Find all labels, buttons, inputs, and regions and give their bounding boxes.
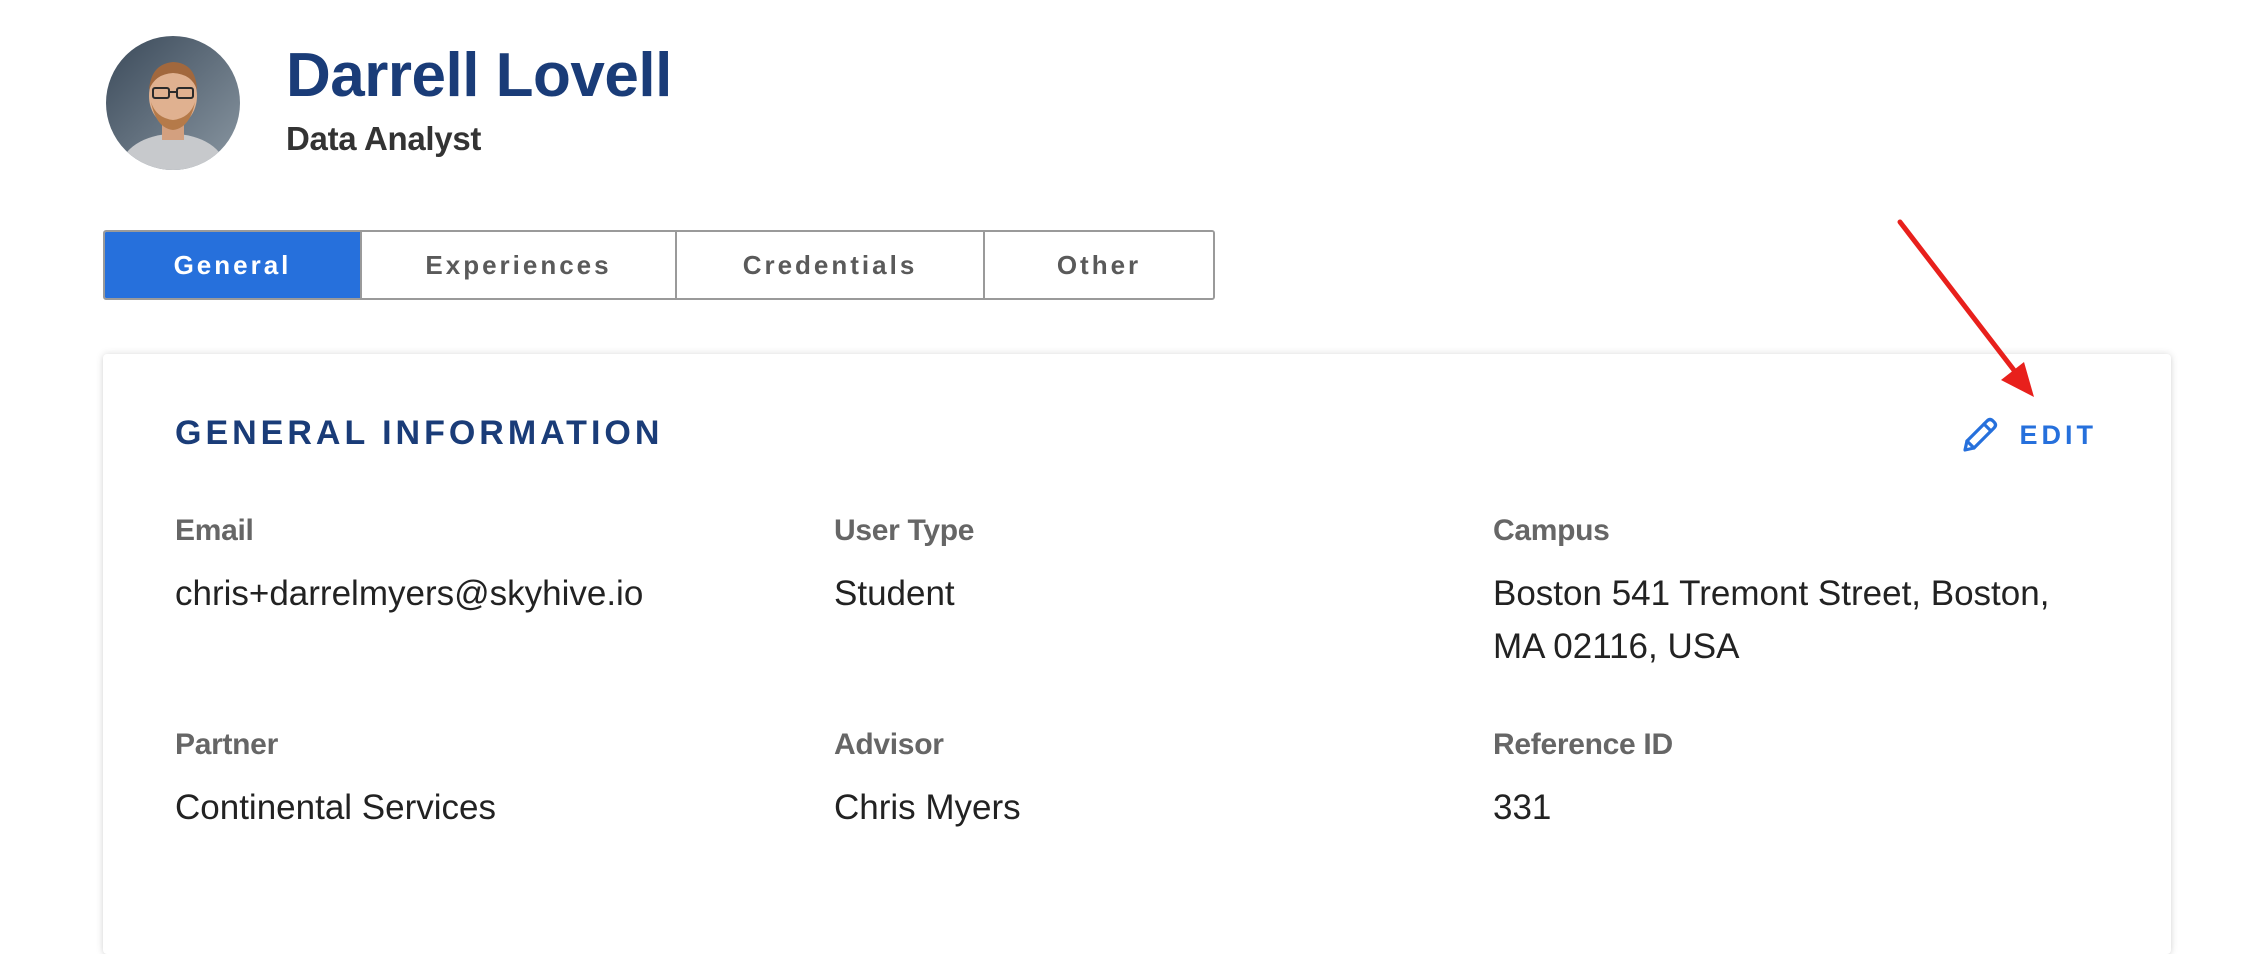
campus-field: Campus Boston 541 Tremont Street, Boston… xyxy=(1493,514,2093,673)
edit-label: EDIT xyxy=(2019,419,2097,450)
general-information-card: GENERAL INFORMATION EDIT Email chris+dar… xyxy=(103,354,2171,954)
user-type-label: User Type xyxy=(834,514,975,547)
tab-experiences[interactable]: Experiences xyxy=(362,232,677,298)
email-field: Email chris+darrelmyers@skyhive.io xyxy=(175,514,775,620)
partner-field: Partner Continental Services xyxy=(175,728,775,834)
tab-credentials[interactable]: Credentials xyxy=(677,232,985,298)
reference-id-value: 331 xyxy=(1493,788,1552,827)
user-type-field: User Type Student xyxy=(834,514,1434,620)
tab-general[interactable]: General xyxy=(105,232,362,298)
advisor-value: Chris Myers xyxy=(834,788,1021,827)
profile-tabs: General Experiences Credentials Other xyxy=(103,230,1215,300)
advisor-label: Advisor xyxy=(834,728,944,761)
campus-label: Campus xyxy=(1493,514,1610,547)
tab-other[interactable]: Other xyxy=(985,232,1213,298)
user-type-value: Student xyxy=(834,574,955,613)
profile-name: Darrell Lovell xyxy=(286,40,672,110)
name-block: Darrell Lovell Data Analyst xyxy=(286,40,672,158)
reference-id-field: Reference ID 331 xyxy=(1493,728,2093,834)
pencil-icon xyxy=(1959,414,2001,456)
avatar xyxy=(106,36,240,170)
partner-value: Continental Services xyxy=(175,788,496,827)
profile-header: Darrell Lovell Data Analyst xyxy=(106,36,672,170)
advisor-field: Advisor Chris Myers xyxy=(834,728,1434,834)
edit-button[interactable]: EDIT xyxy=(1959,414,2097,456)
email-label: Email xyxy=(175,514,254,547)
partner-label: Partner xyxy=(175,728,278,761)
section-title: GENERAL INFORMATION xyxy=(175,414,664,452)
profile-role: Data Analyst xyxy=(286,120,482,158)
email-value: chris+darrelmyers@skyhive.io xyxy=(175,574,644,613)
campus-value: Boston 541 Tremont Street, Boston, MA 02… xyxy=(1493,574,2050,666)
reference-id-label: Reference ID xyxy=(1493,728,1673,761)
